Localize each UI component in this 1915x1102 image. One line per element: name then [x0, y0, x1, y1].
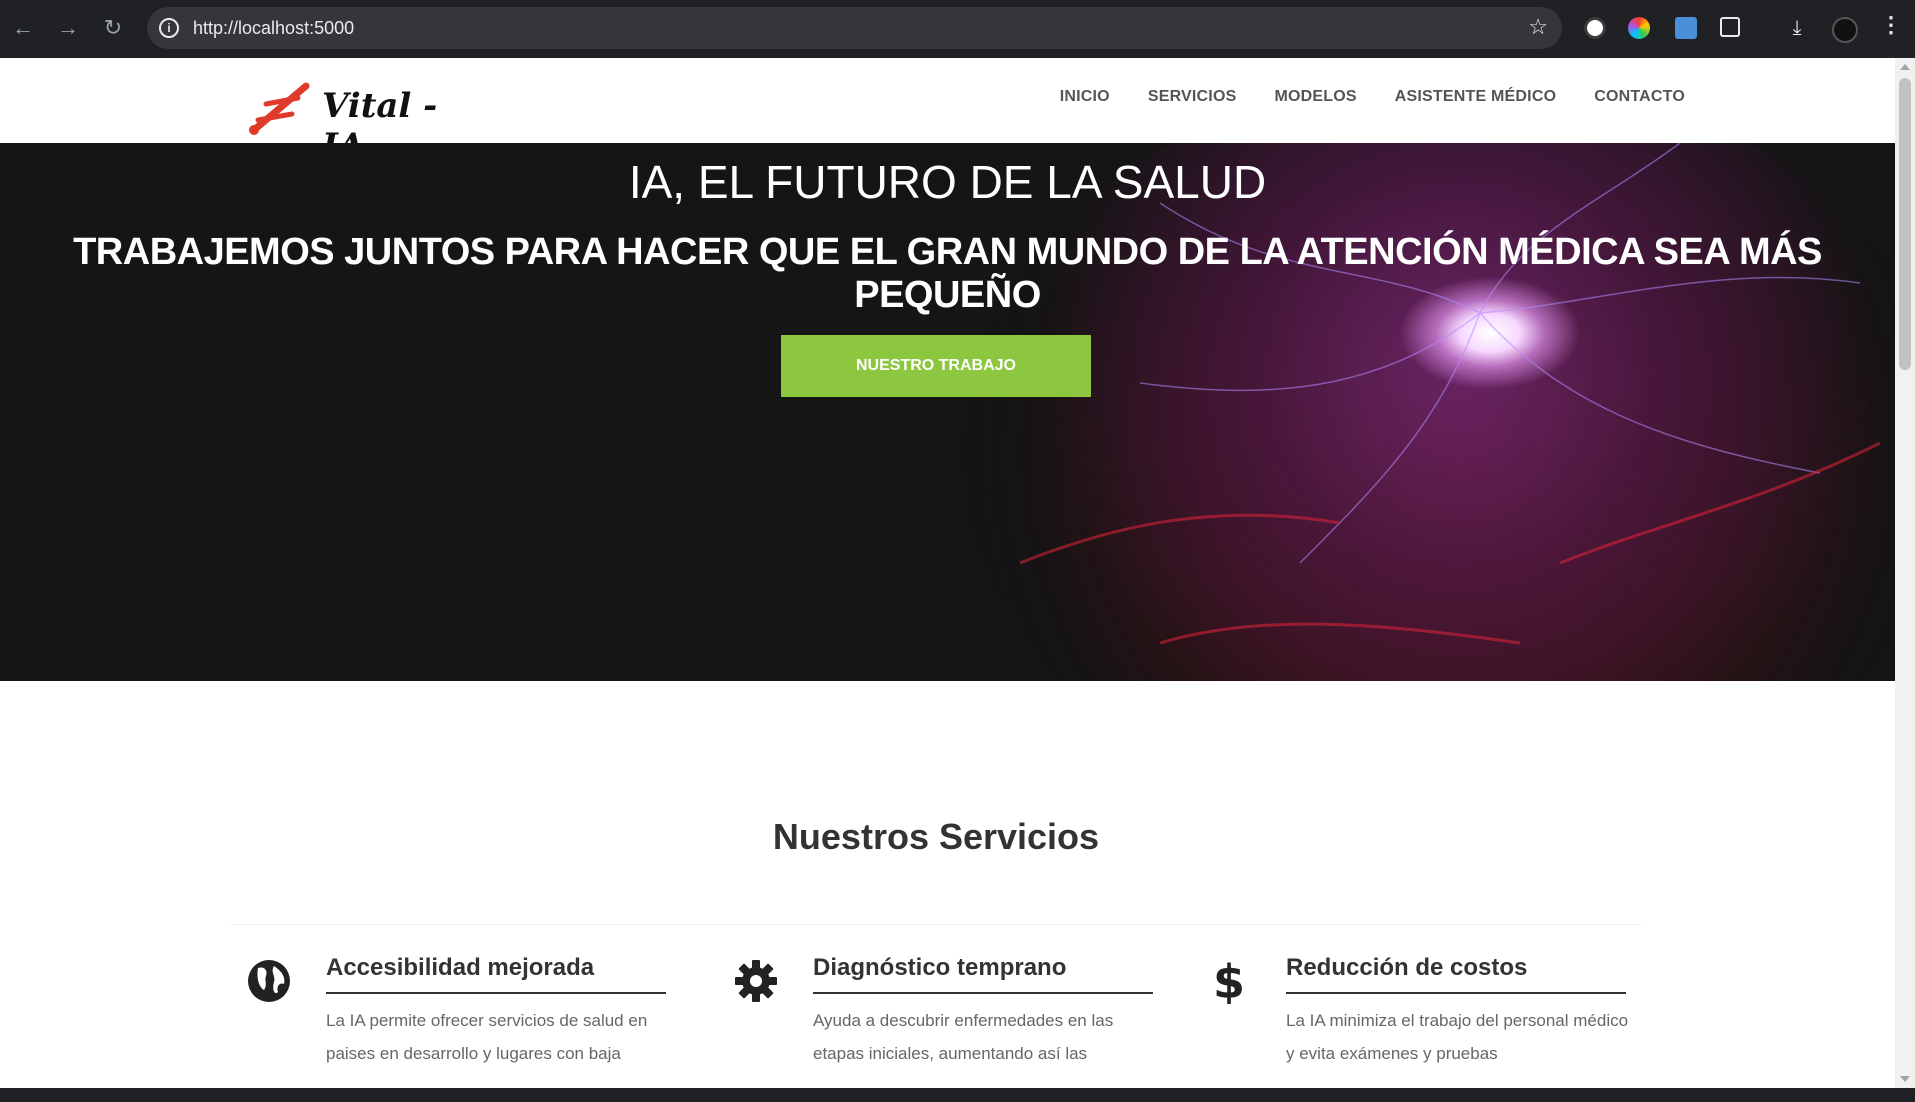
site-header: Vital - IA INICIO SERVICIOS MODELOS ASIS…	[0, 58, 1895, 166]
nav-asistente-medico[interactable]: ASISTENTE MÉDICO	[1395, 88, 1556, 106]
service-description: La IA permite ofrecer servicios de salud…	[326, 1011, 648, 1063]
scroll-down-icon[interactable]	[1900, 1076, 1910, 1082]
download-icon[interactable]: ⤓	[1786, 17, 1808, 39]
screenshot-extension-icon[interactable]	[1675, 17, 1697, 39]
logo[interactable]: Vital - IA	[246, 80, 466, 166]
color-extension-icon[interactable]	[1628, 17, 1650, 39]
page-viewport: Vital - IA INICIO SERVICIOS MODELOS ASIS…	[0, 58, 1895, 1088]
back-icon[interactable]: ←	[10, 13, 36, 43]
service-name: Reducción de costos	[1286, 954, 1626, 994]
hero-section: IA, EL FUTURO DE LA SALUD TRABAJEMOS JUN…	[0, 143, 1895, 681]
gear-icon	[735, 960, 777, 1002]
bookmark-star-icon[interactable]: ☆	[1528, 14, 1548, 40]
hero-subtitle: TRABAJEMOS JUNTOS PARA HACER QUE EL GRAN…	[73, 231, 1822, 316]
globe-icon	[248, 960, 290, 1002]
site-info-icon[interactable]: i	[159, 18, 179, 38]
nav-contacto[interactable]: CONTACTO	[1594, 88, 1685, 106]
url-text[interactable]: http://localhost:5000	[193, 18, 354, 39]
dollar-icon: $	[1213, 958, 1245, 1004]
svg-text:$: $	[1213, 958, 1245, 1004]
service-description: Ayuda a descubrir enfermedades en las et…	[813, 1011, 1114, 1063]
hero-title: IA, EL FUTURO DE LA SALUD	[628, 156, 1267, 208]
page-scrollbar[interactable]	[1895, 58, 1915, 1088]
main-nav: INICIO SERVICIOS MODELOS ASISTENTE MÉDIC…	[1060, 88, 1685, 106]
service-description: La IA minimiza el trabajo del personal m…	[1286, 1011, 1629, 1063]
address-bar[interactable]: i http://localhost:5000 ☆	[147, 7, 1562, 49]
scrollbar-thumb[interactable]	[1899, 78, 1911, 370]
puzzle-icon[interactable]	[1720, 17, 1740, 37]
forward-icon[interactable]: →	[55, 13, 81, 43]
plasma-rays-decoration	[1019, 143, 1881, 645]
services-divider	[230, 924, 1642, 925]
nav-modelos[interactable]: MODELOS	[1274, 88, 1356, 106]
avatar[interactable]	[1832, 17, 1858, 43]
menu-icon[interactable]: ⋮	[1880, 12, 1902, 38]
taskbar-strip	[0, 1088, 1915, 1102]
service-name: Accesibilidad mejorada	[326, 954, 666, 994]
services-title: Nuestros Servicios	[772, 816, 1100, 857]
nuestro-trabajo-button[interactable]: NUESTRO TRABAJO	[781, 335, 1091, 397]
extension-icon[interactable]	[1584, 17, 1606, 39]
browser-toolbar: ← → ↻ i http://localhost:5000 ☆ ⤓ ⋮	[0, 0, 1915, 58]
service-name: Diagnóstico temprano	[813, 954, 1153, 994]
nav-inicio[interactable]: INICIO	[1060, 88, 1110, 106]
scroll-up-icon[interactable]	[1900, 64, 1910, 70]
nav-servicios[interactable]: SERVICIOS	[1148, 88, 1237, 106]
logo-mark-icon	[249, 82, 310, 135]
reload-icon[interactable]: ↻	[100, 13, 126, 43]
